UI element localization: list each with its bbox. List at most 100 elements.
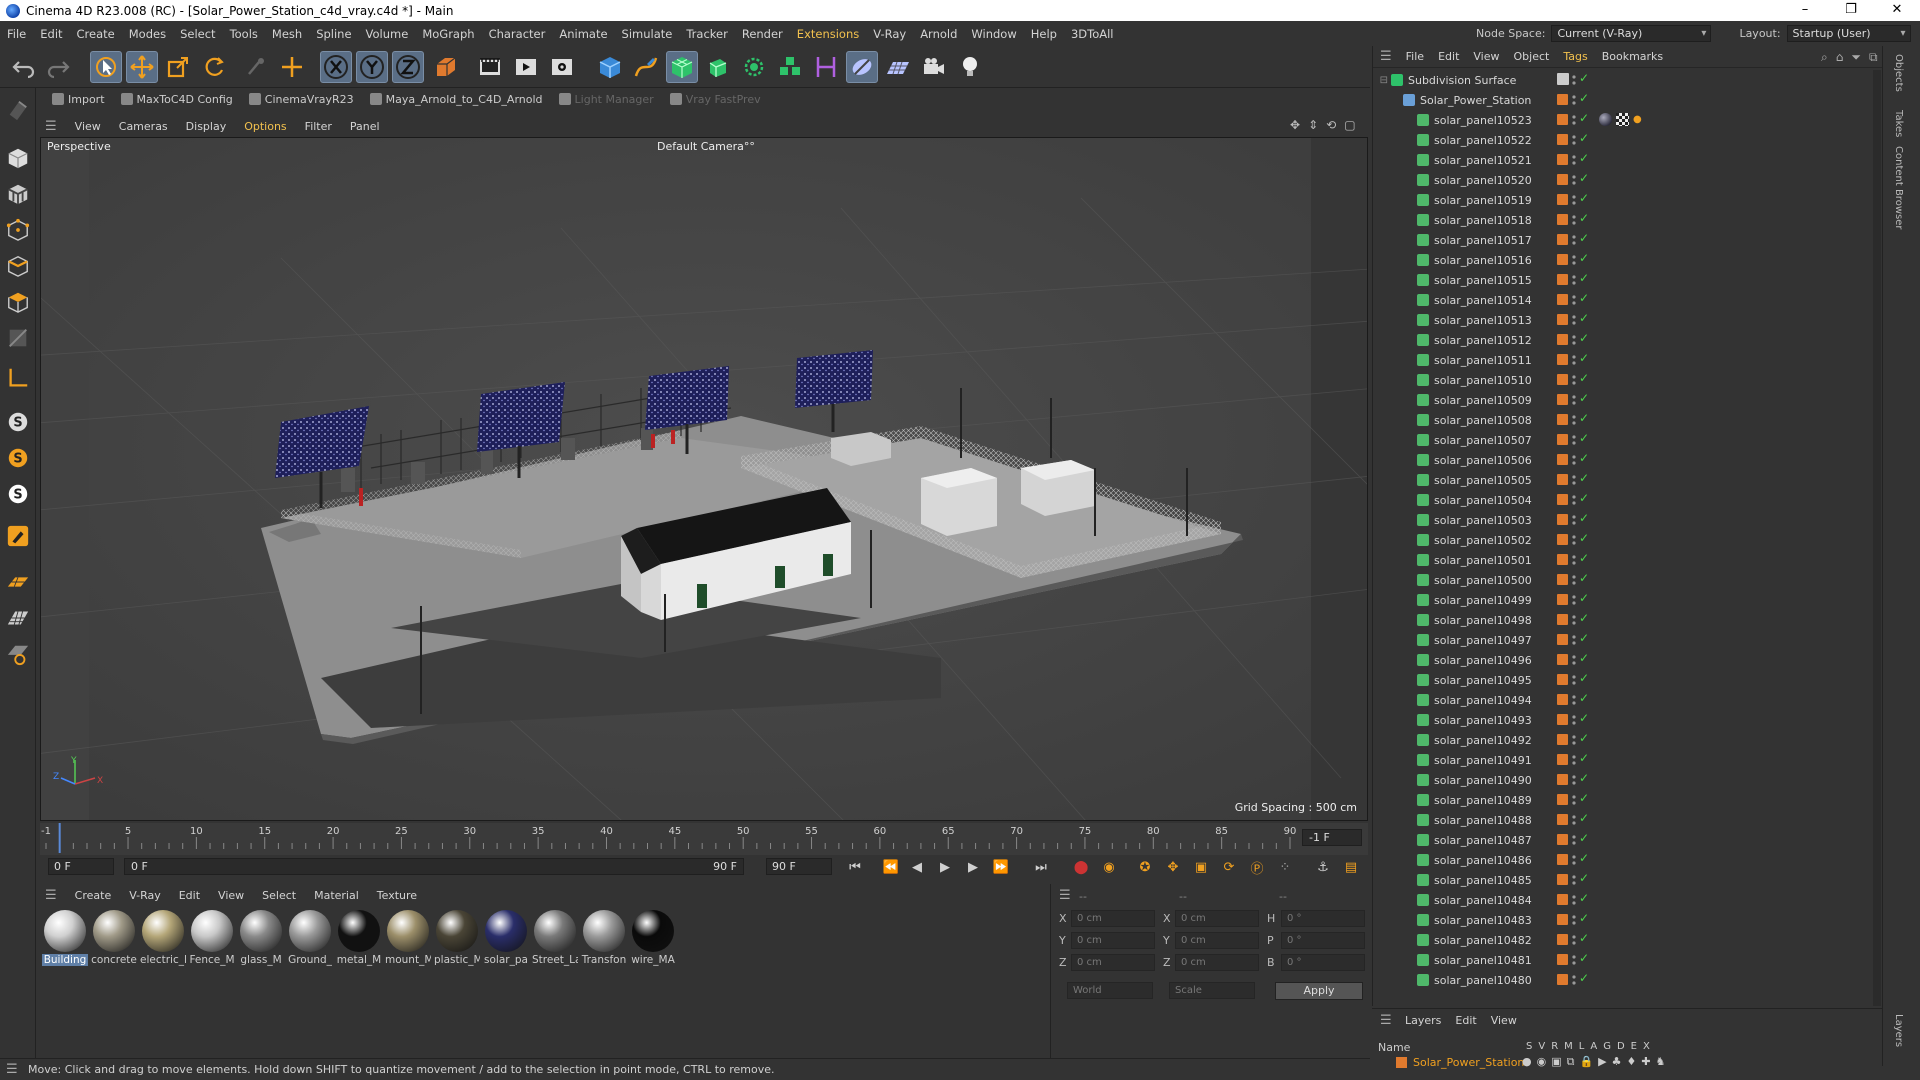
- create-tool-icon[interactable]: [276, 51, 308, 83]
- render-to-picture-viewer-icon[interactable]: [510, 51, 542, 83]
- object-row[interactable]: solar_panel10508 ✓: [1373, 410, 1883, 430]
- visibility-dots-icon[interactable]: [1571, 652, 1577, 668]
- layers-menu-layers[interactable]: Layers: [1398, 1014, 1448, 1027]
- viewport-maximize-icon[interactable]: ▢: [1344, 118, 1355, 132]
- plugin-maya-arnold-to-c4d-arnold[interactable]: Maya_Arnold_to_C4D_Arnold: [364, 93, 549, 106]
- menu-edit[interactable]: Edit: [33, 27, 69, 41]
- enabled-check-icon[interactable]: ✓: [1579, 571, 1589, 585]
- object-row[interactable]: solar_panel10515 ✓: [1373, 270, 1883, 290]
- material-menu-view[interactable]: View: [209, 889, 253, 902]
- layer-column-header[interactable]: S: [1526, 1041, 1532, 1052]
- motion-clip-icon[interactable]: ⚓: [1312, 857, 1334, 877]
- layer-color-tag[interactable]: [1557, 494, 1568, 505]
- enabled-check-icon[interactable]: ✓: [1579, 371, 1589, 385]
- grid-plane-icon[interactable]: [4, 604, 32, 632]
- visibility-dots-icon[interactable]: [1571, 772, 1577, 788]
- layer-color-tag[interactable]: [1557, 614, 1568, 625]
- layer-color-tag[interactable]: [1557, 94, 1568, 105]
- layer-color-tag[interactable]: [1557, 234, 1568, 245]
- object-row[interactable]: solar_panel10498 ✓: [1373, 610, 1883, 630]
- layer-color-tag[interactable]: [1557, 534, 1568, 545]
- search-icon[interactable]: ⌕: [1821, 50, 1828, 65]
- object-row[interactable]: solar_panel10485 ✓: [1373, 870, 1883, 890]
- spline-pen-icon[interactable]: [630, 51, 662, 83]
- layer-color-tag[interactable]: [1557, 334, 1568, 345]
- layer-color-tag[interactable]: [1557, 874, 1568, 885]
- object-menu-icon[interactable]: ☰: [1373, 49, 1399, 64]
- layer-color-tag[interactable]: [1557, 134, 1568, 145]
- object-row[interactable]: solar_panel10517 ✓: [1373, 230, 1883, 250]
- key-pla-icon[interactable]: ⁘: [1274, 857, 1296, 877]
- visibility-dots-icon[interactable]: [1571, 552, 1577, 568]
- enabled-check-icon[interactable]: ✓: [1579, 851, 1589, 865]
- node-space-dropdown[interactable]: Current (V-Ray): [1551, 25, 1712, 42]
- coords-menu-icon[interactable]: ☰: [1059, 888, 1071, 903]
- visibility-dots-icon[interactable]: [1571, 712, 1577, 728]
- coord-rotation-field[interactable]: 0 °: [1281, 954, 1365, 971]
- visibility-dots-icon[interactable]: [1571, 692, 1577, 708]
- object-row[interactable]: solar_panel10502 ✓: [1373, 530, 1883, 550]
- object-row[interactable]: solar_panel10501 ✓: [1373, 550, 1883, 570]
- visibility-dots-icon[interactable]: [1571, 192, 1577, 208]
- material-swatch[interactable]: Fence_M: [189, 910, 235, 966]
- enabled-check-icon[interactable]: ✓: [1579, 511, 1589, 525]
- start-frame-field[interactable]: 0 F: [48, 858, 114, 875]
- visibility-dots-icon[interactable]: [1571, 892, 1577, 908]
- visibility-dots-icon[interactable]: [1571, 292, 1577, 308]
- enabled-check-icon[interactable]: ✓: [1579, 711, 1589, 725]
- visibility-dots-icon[interactable]: [1571, 952, 1577, 968]
- material-swatch[interactable]: glass_M: [238, 910, 284, 966]
- menu-tracker[interactable]: Tracker: [679, 27, 735, 41]
- texture-tag-icon[interactable]: [1616, 113, 1629, 126]
- enabled-check-icon[interactable]: ✓: [1579, 871, 1589, 885]
- floor-grid-icon[interactable]: [882, 51, 914, 83]
- layer-color-tag[interactable]: [1557, 814, 1568, 825]
- layer-color-tag[interactable]: [1557, 734, 1568, 745]
- visibility-dots-icon[interactable]: [1571, 332, 1577, 348]
- record-icon[interactable]: ⬤: [1070, 857, 1092, 877]
- coord-position-field[interactable]: 0 cm: [1071, 932, 1155, 949]
- menu-create[interactable]: Create: [70, 27, 122, 41]
- layer-color-tag[interactable]: [1557, 374, 1568, 385]
- enabled-check-icon[interactable]: ✓: [1579, 651, 1589, 665]
- object-row[interactable]: solar_panel10486 ✓: [1373, 850, 1883, 870]
- plugin-vray-fastprev[interactable]: Vray FastPrev: [664, 93, 767, 106]
- layer-color-tag[interactable]: [1557, 514, 1568, 525]
- enabled-check-icon[interactable]: ✓: [1579, 411, 1589, 425]
- tab-objects[interactable]: Objects: [1893, 54, 1904, 92]
- visibility-dots-icon[interactable]: [1571, 392, 1577, 408]
- viewport-menu-panel[interactable]: Panel: [341, 120, 389, 133]
- layer-column-header[interactable]: V: [1538, 1041, 1545, 1052]
- menu-modes[interactable]: Modes: [122, 27, 173, 41]
- layer-color-tag[interactable]: [1557, 794, 1568, 805]
- visibility-dots-icon[interactable]: [1571, 372, 1577, 388]
- object-row[interactable]: solar_panel10512 ✓: [1373, 330, 1883, 350]
- render-settings-icon[interactable]: [546, 51, 578, 83]
- viewport-menu-options[interactable]: Options: [235, 120, 295, 133]
- enabled-check-icon[interactable]: ✓: [1579, 351, 1589, 365]
- 3d-viewport[interactable]: Perspective Default Camera°° Y Z X Grid …: [40, 137, 1368, 821]
- filter-icon[interactable]: ⏷: [1851, 50, 1861, 65]
- visibility-dots-icon[interactable]: [1571, 632, 1577, 648]
- visibility-dots-icon[interactable]: [1571, 352, 1577, 368]
- layer-color-tag[interactable]: [1557, 774, 1568, 785]
- visibility-dots-icon[interactable]: [1571, 312, 1577, 328]
- material-swatch[interactable]: mount_M: [385, 910, 431, 966]
- object-row[interactable]: solar_panel10503 ✓: [1373, 510, 1883, 530]
- object-row[interactable]: solar_panel10493 ✓: [1373, 710, 1883, 730]
- layer-color-tag[interactable]: [1557, 354, 1568, 365]
- enabled-check-icon[interactable]: ✓: [1579, 111, 1589, 125]
- enabled-check-icon[interactable]: ✓: [1579, 131, 1589, 145]
- material-menu-select[interactable]: Select: [253, 889, 305, 902]
- layer-column-header[interactable]: D: [1617, 1041, 1625, 1052]
- apply-button[interactable]: Apply: [1275, 982, 1363, 1000]
- layer-color-tag[interactable]: [1557, 454, 1568, 465]
- layer-column-header[interactable]: G: [1603, 1041, 1611, 1052]
- enabled-check-icon[interactable]: ✓: [1579, 671, 1589, 685]
- enabled-check-icon[interactable]: ✓: [1579, 311, 1589, 325]
- enabled-check-icon[interactable]: ✓: [1579, 91, 1589, 105]
- enabled-check-icon[interactable]: ✓: [1579, 631, 1589, 645]
- render-view-icon[interactable]: [474, 51, 506, 83]
- layers-menu-view[interactable]: View: [1484, 1014, 1524, 1027]
- object-row[interactable]: solar_panel10489 ✓: [1373, 790, 1883, 810]
